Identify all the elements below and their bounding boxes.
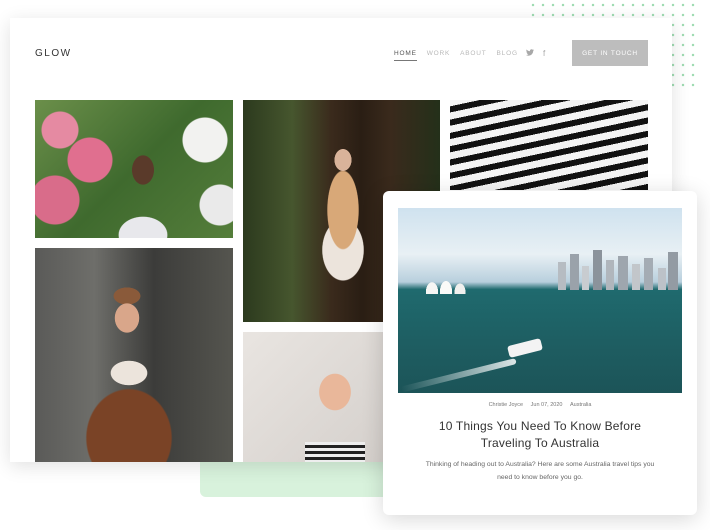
opera-house xyxy=(420,272,476,294)
post-category[interactable]: Australia xyxy=(570,402,591,408)
post-author[interactable]: Christie Joyce xyxy=(489,402,524,408)
post-title[interactable]: 10 Things You Need To Know Before Travel… xyxy=(413,418,667,452)
sydney-harbour-photo[interactable] xyxy=(398,208,682,393)
blonde-woman-photo[interactable] xyxy=(243,332,393,462)
nav-item-about[interactable]: ABOUT xyxy=(460,50,486,61)
get-in-touch-button[interactable]: GET IN TOUCH xyxy=(572,40,648,66)
man-in-jacket-photo[interactable] xyxy=(35,248,233,462)
woman-with-flowers-photo[interactable] xyxy=(35,100,233,238)
site-logo[interactable]: GLOW xyxy=(35,48,72,59)
nav-item-home[interactable]: HOME xyxy=(394,50,417,61)
boat-wake xyxy=(400,358,517,393)
facebook-icon[interactable]: f xyxy=(543,49,545,58)
social-links: f xyxy=(526,49,545,58)
twitter-icon[interactable] xyxy=(526,49,534,58)
blog-post-card[interactable]: Christie Joyce Jun 07, 2020 Australia 10… xyxy=(383,191,697,515)
twitter-icon-glyph xyxy=(526,49,534,56)
post-meta: Christie Joyce Jun 07, 2020 Australia xyxy=(383,402,697,408)
striped-architecture-photo[interactable] xyxy=(450,100,648,190)
post-excerpt: Thinking of heading out to Australia? He… xyxy=(425,461,655,481)
post-date: Jun 07, 2020 xyxy=(530,402,563,408)
ferry-boat xyxy=(507,338,543,358)
nav-item-work[interactable]: WORK xyxy=(427,50,450,61)
city-skyline xyxy=(548,248,682,290)
nav-item-blog[interactable]: BLOG xyxy=(497,50,518,61)
main-nav: HOME WORK ABOUT BLOG xyxy=(394,50,518,61)
